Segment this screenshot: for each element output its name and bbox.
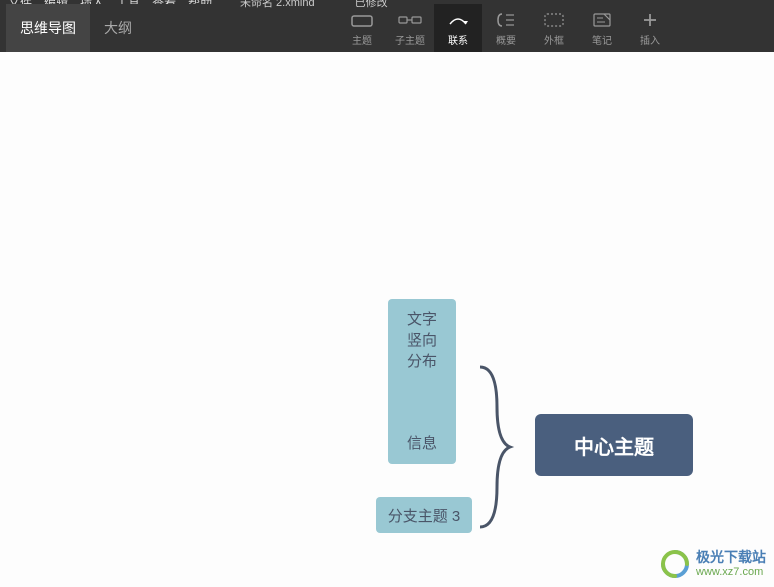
tool-insert-label: 插入 bbox=[640, 32, 660, 47]
tool-relation[interactable]: 联系 bbox=[434, 4, 482, 52]
tool-summary[interactable]: 概要 bbox=[482, 4, 530, 52]
tool-notes[interactable]: 笔记 bbox=[578, 4, 626, 52]
node-text-line3: 分布 bbox=[407, 351, 437, 372]
node-text-line2: 竖向 bbox=[407, 330, 437, 351]
view-tabs: 思维导图 大纲 bbox=[0, 4, 146, 52]
node-text-line1: 文字 bbox=[407, 309, 437, 330]
watermark: 极光下载站 www.xz7.com bbox=[660, 549, 766, 579]
boundary-icon bbox=[540, 10, 568, 30]
tab-outline[interactable]: 大纲 bbox=[90, 4, 146, 52]
canvas[interactable]: 文字 竖向 分布 信息 分支主题 3 中心主题 极光下载站 www.xz7.co… bbox=[0, 52, 774, 587]
brace-connector bbox=[475, 362, 515, 532]
menu-help[interactable]: 帮助 bbox=[188, 0, 212, 4]
tool-subtopic-label: 子主题 bbox=[395, 32, 425, 47]
topic-icon bbox=[348, 10, 376, 30]
watermark-logo-icon bbox=[660, 549, 690, 579]
summary-icon bbox=[492, 10, 520, 30]
notes-icon bbox=[588, 10, 616, 30]
toolbar: 主题 子主题 联系 概要 外框 bbox=[338, 4, 774, 52]
insert-icon bbox=[636, 10, 664, 30]
menu-view[interactable]: 查看 bbox=[152, 0, 176, 4]
subtopic-icon bbox=[396, 10, 424, 30]
titlebar: 未命名 2.xmind 已修改 bbox=[240, 0, 388, 4]
tabbar: 思维导图 大纲 主题 子主题 联系 概要 bbox=[0, 4, 774, 52]
node-center-topic[interactable]: 中心主题 bbox=[535, 414, 693, 476]
node-branch-topic-3[interactable]: 分支主题 3 bbox=[376, 497, 472, 533]
relation-icon bbox=[444, 10, 472, 30]
file-status: 已修改 bbox=[355, 0, 388, 10]
tool-relation-label: 联系 bbox=[448, 32, 468, 47]
tool-summary-label: 概要 bbox=[496, 32, 516, 47]
watermark-url: www.xz7.com bbox=[696, 566, 766, 578]
tool-topic[interactable]: 主题 bbox=[338, 4, 386, 52]
tool-subtopic[interactable]: 子主题 bbox=[386, 4, 434, 52]
filename: 未命名 2.xmind bbox=[240, 0, 315, 10]
tab-mindmap[interactable]: 思维导图 bbox=[6, 4, 90, 52]
tool-insert[interactable]: 插入 bbox=[626, 4, 674, 52]
tool-boundary[interactable]: 外框 bbox=[530, 4, 578, 52]
tool-boundary-label: 外框 bbox=[544, 32, 564, 47]
node-topic-vertical[interactable]: 文字 竖向 分布 信息 bbox=[388, 299, 456, 464]
watermark-title: 极光下载站 bbox=[696, 550, 766, 565]
node-text-info: 信息 bbox=[407, 433, 437, 454]
tool-notes-label: 笔记 bbox=[592, 32, 612, 47]
tool-topic-label: 主题 bbox=[352, 32, 372, 47]
